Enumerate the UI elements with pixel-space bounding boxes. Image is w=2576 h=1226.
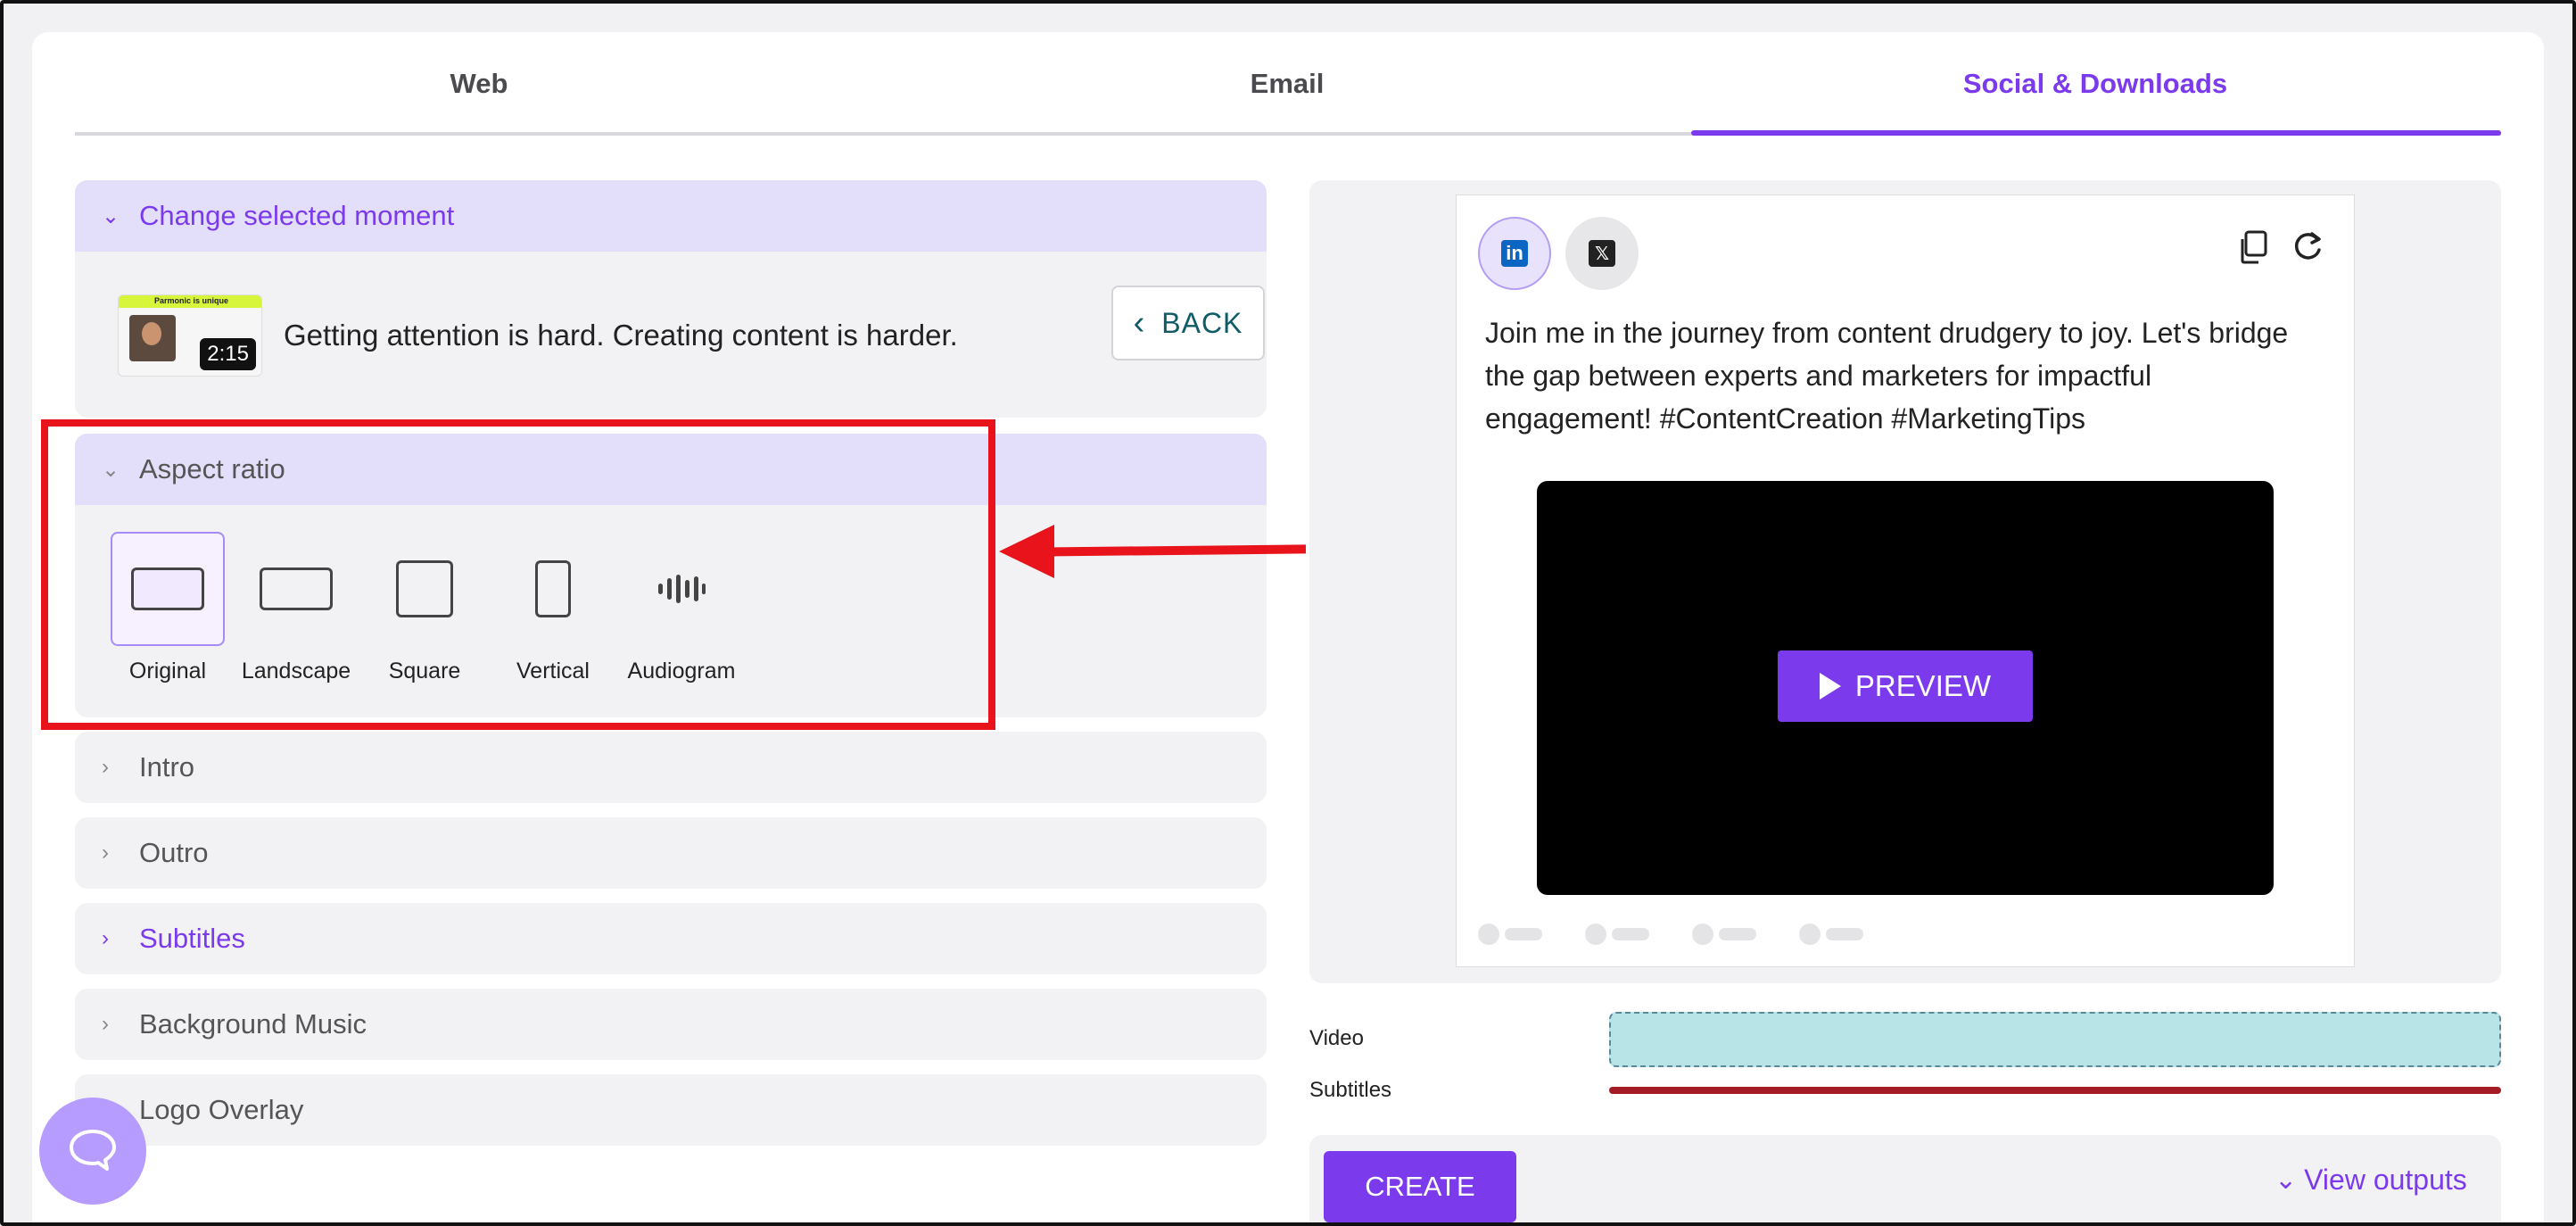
reaction-placeholder: [1799, 924, 1863, 945]
moment-row: Parmonic is unique 2:15 Getting attentio…: [118, 286, 1265, 377]
moment-text: Getting attention is hard. Creating cont…: [284, 319, 958, 352]
moment-panel-title: Change selected moment: [139, 200, 455, 231]
moment-panel-header[interactable]: ⌄ Change selected moment: [75, 180, 1267, 252]
reaction-placeholder: [1478, 924, 1542, 945]
reaction-placeholder: [1585, 924, 1649, 945]
play-icon: [1819, 673, 1841, 700]
chat-icon: [70, 1130, 116, 1171]
back-button[interactable]: ‹ BACK: [1111, 286, 1265, 360]
create-button[interactable]: CREATE: [1324, 1151, 1516, 1222]
video-track[interactable]: [1609, 1012, 2501, 1067]
tab-active-indicator: [1691, 130, 2501, 136]
section-intro[interactable]: › Intro: [75, 732, 1267, 803]
refresh-icon[interactable]: [2288, 228, 2327, 267]
section-subtitles[interactable]: › Subtitles: [75, 903, 1267, 974]
double-chevron-down-icon: ⌄: [2275, 1164, 2298, 1195]
chevron-left-icon: ‹: [1133, 303, 1146, 342]
intro-label: Intro: [139, 751, 195, 783]
tab-email[interactable]: Email: [883, 36, 1691, 132]
section-outro[interactable]: › Outro: [75, 817, 1267, 889]
social-post-card: in 𝕏 Join me in the journey from content…: [1456, 195, 2355, 967]
tab-web[interactable]: Web: [75, 36, 883, 132]
moment-panel: ⌄ Change selected moment Parmonic is uni…: [75, 180, 1267, 418]
video-track-label: Video: [1309, 1026, 1364, 1050]
view-outputs-label: View outputs: [2304, 1164, 2467, 1196]
moment-thumbnail[interactable]: Parmonic is unique 2:15: [118, 294, 262, 377]
subtitles-label: Subtitles: [139, 923, 245, 954]
outro-label: Outro: [139, 837, 209, 868]
outro-header[interactable]: › Outro: [75, 817, 1267, 889]
reaction-placeholder: [1692, 924, 1756, 945]
section-logo-overlay[interactable]: › Logo Overlay: [75, 1074, 1267, 1146]
linkedin-icon: in: [1501, 240, 1528, 267]
subtitles-track-label: Subtitles: [1309, 1078, 1392, 1102]
thumbnail-speaker: [129, 315, 176, 361]
copy-icon[interactable]: [2233, 228, 2272, 267]
x-button[interactable]: 𝕏: [1565, 217, 1639, 290]
subtitles-header[interactable]: › Subtitles: [75, 903, 1267, 974]
back-label: BACK: [1161, 306, 1243, 339]
chevron-down-icon: ⌄: [102, 203, 120, 228]
highlight-box: [41, 419, 995, 730]
post-reactions-placeholder: [1478, 924, 1906, 945]
chevron-right-icon: ›: [102, 841, 109, 865]
chevron-right-icon: ›: [102, 755, 109, 779]
tab-bar: Web Email Social & Downloads: [75, 36, 2501, 137]
highlight-arrow-head: [999, 525, 1054, 578]
background-music-label: Background Music: [139, 1008, 367, 1040]
subtitles-track[interactable]: [1609, 1087, 2501, 1094]
refresh-glyph: [2294, 232, 2321, 260]
chat-support-button[interactable]: [39, 1098, 146, 1205]
post-text: Join me in the journey from content drud…: [1485, 317, 2289, 435]
copy-glyph: [2241, 230, 2267, 264]
linkedin-button[interactable]: in: [1478, 217, 1551, 290]
tab-social-downloads[interactable]: Social & Downloads: [1691, 36, 2499, 132]
preview-label: PREVIEW: [1854, 669, 1992, 702]
logo-overlay-label: Logo Overlay: [139, 1094, 304, 1125]
x-icon: 𝕏: [1589, 240, 1615, 267]
section-background-music[interactable]: › Background Music: [75, 989, 1267, 1060]
view-outputs-link[interactable]: ⌄ View outputs: [2275, 1164, 2467, 1197]
chevron-right-icon: ›: [102, 926, 109, 950]
intro-header[interactable]: › Intro: [75, 732, 1267, 803]
thumbnail-title: Parmonic is unique: [154, 296, 229, 305]
duration-badge: 2:15: [200, 338, 256, 370]
logo-overlay-header[interactable]: › Logo Overlay: [75, 1074, 1267, 1146]
video-player[interactable]: PREVIEW: [1537, 481, 2274, 895]
chevron-right-icon: ›: [102, 1012, 109, 1036]
background-music-header[interactable]: › Background Music: [75, 989, 1267, 1060]
preview-button[interactable]: PREVIEW: [1778, 650, 2033, 722]
